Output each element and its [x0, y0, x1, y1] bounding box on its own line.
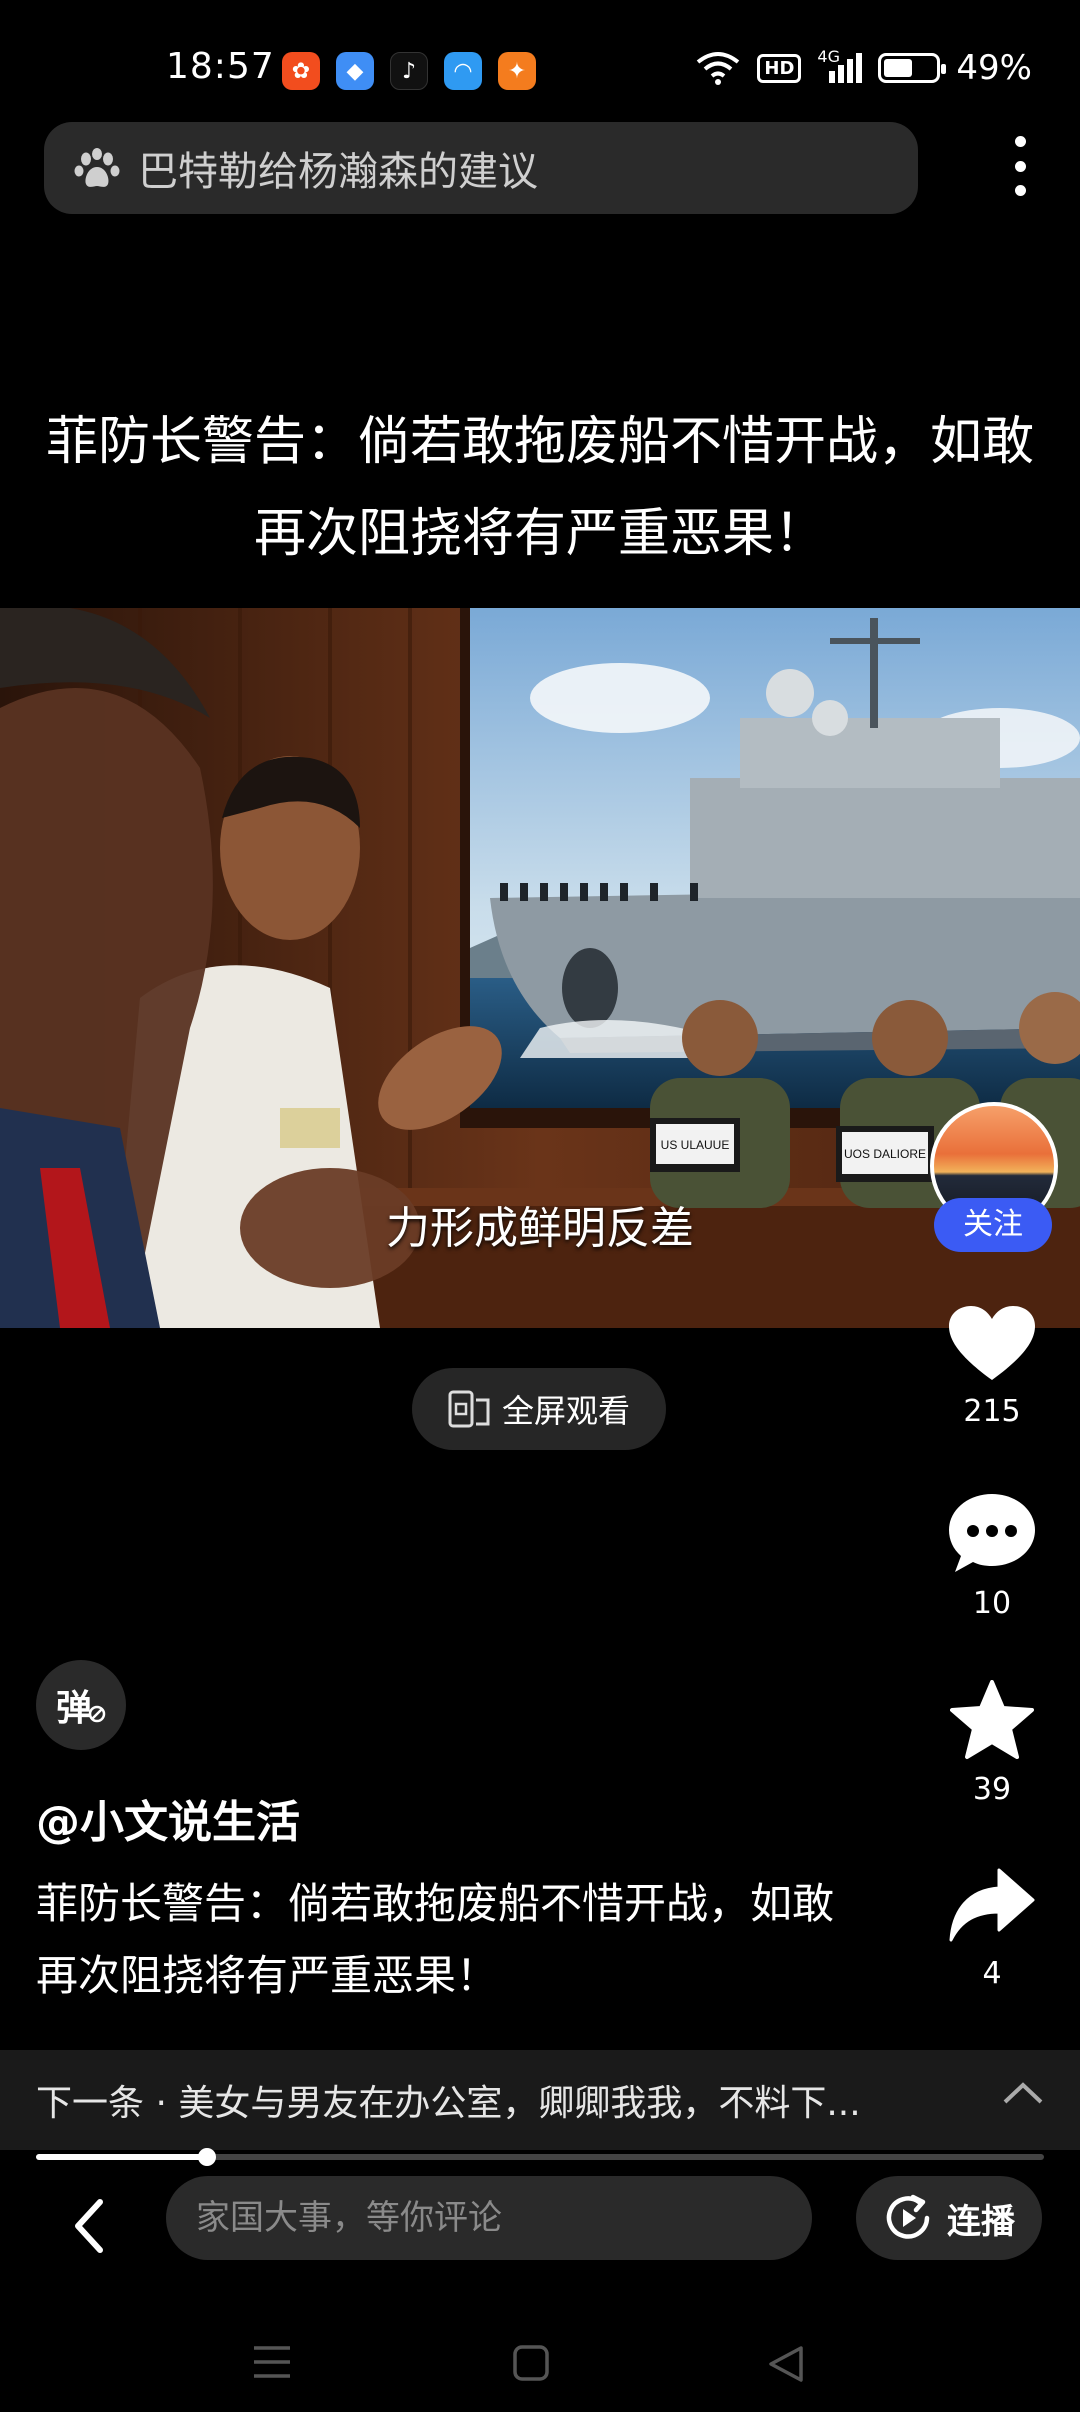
wifi-icon — [697, 52, 740, 85]
favorite-button[interactable]: 39 — [940, 1680, 1044, 1807]
follow-button[interactable]: 关注 — [934, 1198, 1052, 1252]
app-notification-icon: ◆ — [336, 52, 374, 90]
creator-handle[interactable]: @小文说生活 — [36, 1786, 300, 1850]
video-headline: 菲防长警告：倘若敢拖废船不惜开战，如敢再次阻挠将有严重恶果！ — [45, 412, 1034, 564]
like-count: 215 — [963, 1394, 1021, 1429]
heart-icon — [949, 1306, 1035, 1380]
autoplay-label: 连播 — [947, 2201, 1015, 2242]
comment-count: 10 — [972, 1586, 1012, 1621]
nameplate-2: UOS DALIORE — [844, 1147, 926, 1161]
share-icon — [949, 1868, 1035, 1942]
home-nav-icon[interactable] — [512, 2344, 550, 2382]
more-options-button[interactable] — [1000, 136, 1040, 196]
star-icon — [950, 1680, 1034, 1759]
danmu-toggle-button[interactable]: 弹 — [36, 1660, 126, 1750]
menu-nav-icon[interactable] — [252, 2344, 292, 2380]
dot-icon — [1014, 160, 1026, 172]
comment-icon — [949, 1494, 1035, 1572]
next-video-bar[interactable]: 下一条 · 美女与男友在办公室，卿卿我我，不料下... — [0, 2050, 1080, 2150]
dot-icon — [1014, 185, 1026, 196]
nameplate-1: US ULAUUE — [661, 1138, 730, 1152]
danmu-label: 弹 — [55, 1688, 92, 1729]
battery-level — [884, 59, 912, 77]
search-bar[interactable]: 巴特勒给杨瀚森的建议 — [44, 122, 918, 214]
app-notification-icon: ✿ — [282, 52, 320, 90]
status-time: 18:57 — [166, 46, 275, 87]
status-indicators: HD 4G 49% — [695, 47, 1032, 88]
dot-icon — [1014, 136, 1026, 147]
like-button[interactable]: 215 — [940, 1306, 1044, 1429]
progress-handle[interactable] — [198, 2148, 217, 2166]
autoplay-icon — [886, 2194, 930, 2239]
autoplay-button[interactable]: 连播 — [856, 2176, 1042, 2260]
battery-percent: 49% — [956, 48, 1032, 88]
hd-badge: HD — [757, 53, 802, 83]
next-video-title: 下一条 · 美女与男友在办公室，卿卿我我，不料下... — [36, 2083, 861, 2124]
chevron-up-icon[interactable] — [1002, 2080, 1044, 2106]
favorite-count: 39 — [972, 1772, 1012, 1807]
paw-icon — [74, 148, 120, 187]
network-type: 4G — [817, 47, 840, 66]
notification-icons: ✿ ◆ ♪ ◠ ✦ — [282, 52, 536, 90]
danmu-off-icon — [88, 1705, 106, 1723]
comment-button[interactable]: 10 — [940, 1494, 1044, 1621]
app-notification-icon: ◠ — [444, 52, 482, 90]
fullscreen-label: 全屏观看 — [501, 1392, 630, 1430]
progress-fill — [36, 2154, 208, 2160]
fullscreen-button[interactable]: 全屏观看 — [412, 1368, 666, 1450]
video-subtitle: 力形成鲜明反差 — [386, 1203, 694, 1254]
battery-icon — [878, 53, 947, 83]
comment-input[interactable] — [166, 2176, 812, 2260]
fullscreen-icon — [448, 1390, 490, 1428]
system-navigation-bar — [0, 2300, 1080, 2412]
signal-icon: 4G — [817, 47, 863, 83]
back-nav-icon[interactable] — [766, 2344, 806, 2384]
tiktok-icon: ♪ — [390, 52, 428, 90]
back-icon[interactable] — [60, 2186, 120, 2266]
app-notification-icon: ✦ — [498, 52, 536, 90]
status-bar: 18:57 ✿ ◆ ♪ ◠ ✦ HD 4G 49% — [0, 0, 1080, 120]
playback-progress-bar[interactable] — [36, 2148, 1044, 2166]
search-query: 巴特勒给杨瀚森的建议 — [138, 149, 538, 195]
share-count: 4 — [982, 1956, 1002, 1991]
video-description: 菲防长警告：倘若敢拖废船不惜开战，如敢再次阻挠将有严重恶果！ — [36, 1879, 835, 2000]
share-button[interactable]: 4 — [940, 1868, 1044, 1991]
